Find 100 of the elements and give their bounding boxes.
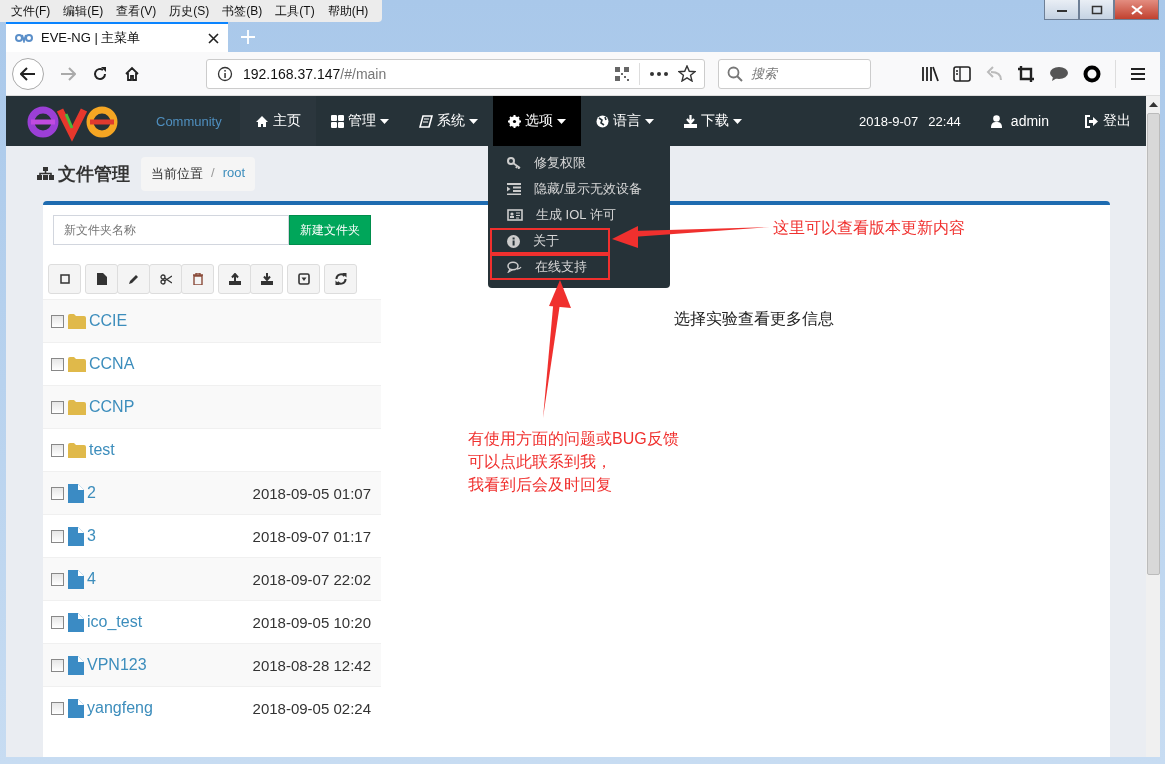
modified-date: 2018-09-07 22:02	[252, 570, 371, 588]
star-icon[interactable]	[678, 65, 696, 82]
file-name-link[interactable]: VPN123	[87, 656, 253, 674]
logout-link[interactable]: 登出	[1069, 96, 1146, 146]
folder-name-field[interactable]: 新文件夹名称	[53, 215, 289, 245]
import-button[interactable]	[287, 264, 320, 294]
modified-date: 2018-08-28 12:42	[252, 656, 371, 674]
ring-icon[interactable]	[1083, 64, 1101, 83]
nav-menu-item[interactable]: 主页	[240, 96, 316, 146]
file-icon	[68, 483, 84, 503]
checkbox[interactable]	[51, 572, 64, 586]
file-name-link[interactable]: ico_test	[87, 613, 253, 631]
checkbox[interactable]	[51, 443, 64, 457]
file-icon	[68, 526, 84, 546]
file-icon	[96, 273, 107, 285]
new-file-button[interactable]	[85, 264, 118, 294]
nav-menu-item[interactable]: 下载	[669, 96, 757, 146]
trash-icon	[192, 273, 203, 285]
menu-item[interactable]: 编辑(E)	[58, 2, 112, 20]
file-name-link[interactable]: yangfeng	[87, 699, 253, 717]
breadcrumb-separator: /	[211, 164, 215, 182]
sitemap-icon	[37, 167, 54, 180]
scroll-up-icon[interactable]	[1148, 102, 1158, 107]
file-name-link[interactable]: test	[89, 441, 371, 459]
menu-icon[interactable]	[1130, 66, 1146, 81]
page-title: 文件管理	[37, 161, 130, 186]
minimize-button[interactable]	[1044, 0, 1079, 20]
info-icon	[507, 234, 520, 248]
menu-item[interactable]: 关于	[490, 228, 610, 254]
browser-tab[interactable]: EVE-NG | 主菜单	[6, 22, 228, 52]
folder-icon	[68, 313, 86, 329]
menu-item[interactable]: 在线支持	[490, 254, 610, 280]
delete-button[interactable]	[181, 264, 214, 294]
settings-icon	[508, 114, 521, 128]
checkbox[interactable]	[51, 314, 64, 328]
checkbox[interactable]	[51, 658, 64, 672]
scrollbar[interactable]	[1146, 96, 1160, 757]
modified-date: 2018-09-05 10:20	[252, 613, 371, 631]
more-icon[interactable]	[650, 71, 668, 76]
nav-menu-item[interactable]: 系统	[404, 96, 493, 146]
maximize-button[interactable]	[1079, 0, 1114, 20]
refresh-button[interactable]	[324, 264, 357, 294]
menu-item[interactable]: 帮助(H)	[322, 2, 377, 20]
file-icon	[68, 612, 84, 632]
download-button[interactable]	[250, 264, 283, 294]
menu-item[interactable]: 文件(F)	[6, 2, 59, 20]
file-name-link[interactable]: CCNA	[89, 355, 371, 373]
file-name-link[interactable]: 2	[87, 484, 253, 502]
menu-item[interactable]: 工具(T)	[270, 2, 323, 20]
back-button[interactable]	[12, 57, 44, 90]
qr-code-icon[interactable]	[615, 66, 629, 81]
menu-item[interactable]: 修复权限	[488, 150, 670, 176]
file-name-link[interactable]: 3	[87, 527, 253, 545]
address-bar[interactable]: 192.168.37.147/#/main	[206, 58, 705, 89]
modified-date: 2018-09-07 01:17	[252, 527, 371, 545]
info-icon[interactable]	[217, 65, 233, 82]
key-icon	[507, 157, 521, 169]
menu-item[interactable]: 生成 IOL 许可	[488, 202, 670, 228]
folder-icon	[68, 356, 86, 372]
user-icon	[990, 114, 1002, 128]
checkbox[interactable]	[51, 615, 64, 629]
folder-icon	[68, 442, 86, 458]
checkbox[interactable]	[51, 357, 64, 371]
back-icon	[20, 66, 36, 81]
home-icon	[255, 114, 269, 128]
reload-icon[interactable]	[92, 65, 108, 82]
nav-menu-item[interactable]: 选项	[493, 96, 581, 146]
square-icon	[59, 274, 70, 284]
checkbox[interactable]	[51, 400, 64, 414]
file-name-link[interactable]: 4	[87, 570, 253, 588]
close-icon[interactable]	[208, 32, 219, 44]
menu-item[interactable]: 隐藏/显示无效设备	[488, 176, 670, 202]
close-button[interactable]	[1114, 0, 1159, 20]
upload-button[interactable]	[218, 264, 251, 294]
menu-item[interactable]: 查看(V)	[111, 2, 165, 20]
nav-menu-item[interactable]: 语言	[581, 96, 669, 146]
menu-item[interactable]: 书签(B)	[217, 2, 271, 20]
home-icon[interactable]	[124, 65, 140, 82]
file-icon	[68, 569, 84, 589]
annotation-text: 这里可以查看版本更新内容	[773, 218, 965, 238]
close-icon	[1130, 4, 1143, 15]
modified-date: 2018-09-05 02:24	[252, 699, 371, 717]
checkbox[interactable]	[51, 486, 64, 500]
select-all-button[interactable]	[48, 264, 81, 294]
library-icon[interactable]	[921, 65, 939, 82]
comments-icon	[507, 261, 522, 273]
modified-date: 2018-09-05 01:07	[252, 484, 371, 502]
checkbox[interactable]	[51, 529, 64, 543]
nav-menu-item[interactable]: 管理	[316, 96, 404, 146]
sidebar-icon[interactable]	[953, 65, 971, 82]
download-icon	[260, 273, 273, 285]
chat-icon[interactable]	[1049, 65, 1069, 82]
search-field[interactable]: 搜索	[718, 58, 871, 89]
cut-button[interactable]	[149, 264, 182, 294]
user-menu[interactable]: admin	[975, 96, 1069, 146]
globe-icon	[596, 114, 609, 128]
refresh-icon	[334, 273, 347, 285]
checkbox[interactable]	[51, 701, 64, 715]
menu-item[interactable]: 历史(S)	[164, 2, 218, 20]
crop-icon[interactable]	[1017, 64, 1035, 83]
